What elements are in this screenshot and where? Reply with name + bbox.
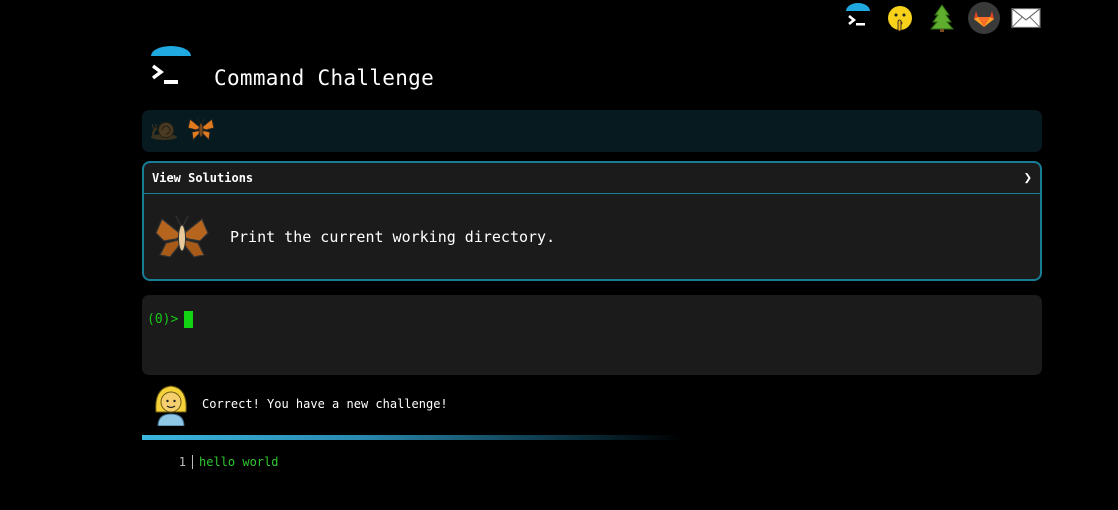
- prompt-text: (0)>: [147, 312, 179, 327]
- output-panel: 1 hello world: [150, 455, 278, 469]
- mail-link[interactable]: [1010, 2, 1042, 34]
- view-solutions-toggle[interactable]: View Solutions ❯: [144, 163, 1040, 194]
- terminal-nav-link[interactable]: [842, 2, 874, 34]
- terminal-input-area[interactable]: (0)>: [142, 295, 1042, 375]
- tree-icon: [929, 4, 955, 32]
- chevron-right-icon: ❯: [1023, 170, 1032, 186]
- status-message: Correct! You have a new challenge!: [152, 382, 448, 426]
- terminal-icon: [151, 46, 191, 84]
- gitlab-badge: [968, 2, 1000, 34]
- terminal-icon: [846, 3, 870, 26]
- challenge-panel: View Solutions ❯ Print the current worki…: [142, 161, 1042, 281]
- mail-icon: [1011, 8, 1041, 28]
- shushing-face-icon: [888, 6, 912, 32]
- terminal-prompt: (0)>: [147, 311, 194, 328]
- progress-bar: [142, 435, 682, 440]
- output-line: hello world: [199, 455, 279, 469]
- page-title: Command Challenge: [214, 66, 435, 90]
- level-item-snail[interactable]: [150, 117, 180, 145]
- woman-avatar-icon: [155, 385, 187, 426]
- logo[interactable]: [148, 46, 194, 92]
- gitlab-icon: [974, 11, 994, 27]
- level-bar: [142, 110, 1042, 152]
- view-solutions-label: View Solutions: [152, 171, 254, 185]
- snail-icon: [151, 122, 177, 140]
- challenge-body: Print the current working directory.: [144, 194, 1040, 279]
- butterfly-icon: [187, 117, 215, 142]
- level-item-butterfly[interactable]: [186, 116, 216, 146]
- butterfly-icon: [155, 215, 209, 258]
- top-nav: [842, 2, 1042, 34]
- message-text: Correct! You have a new challenge!: [202, 397, 448, 411]
- tree-link[interactable]: [926, 2, 958, 34]
- terminal-cursor: [184, 311, 194, 328]
- page-header: Command Challenge: [148, 46, 434, 92]
- gitlab-link[interactable]: [968, 2, 1000, 34]
- line-number: 1: [150, 455, 193, 469]
- shushing-face-link[interactable]: [884, 2, 916, 34]
- challenge-description: Print the current working directory.: [230, 228, 556, 246]
